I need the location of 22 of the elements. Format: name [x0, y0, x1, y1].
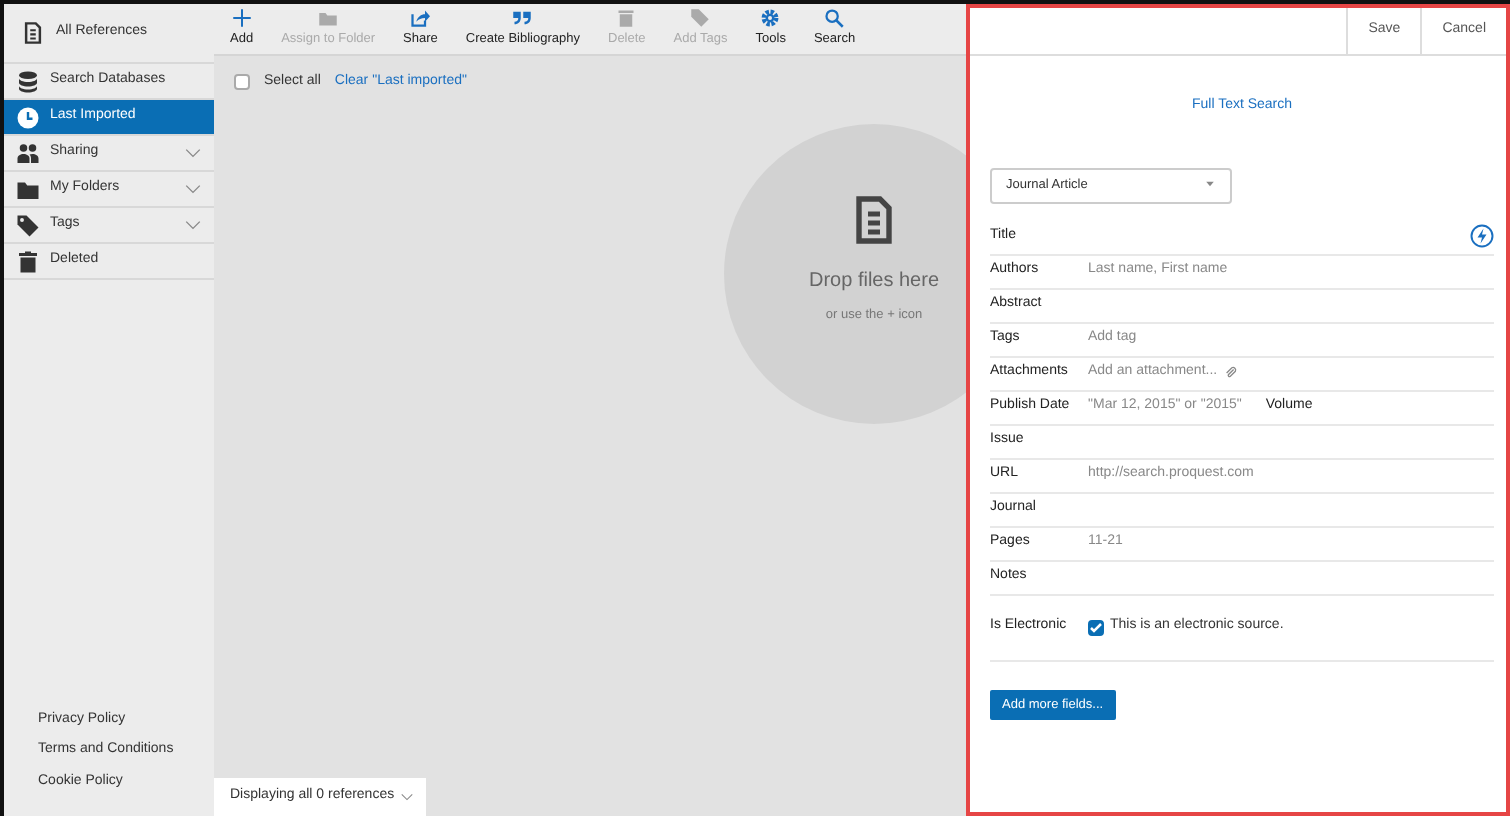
quote-icon — [512, 8, 533, 29]
folder-icon — [16, 177, 40, 201]
tag-icon — [690, 8, 711, 29]
share-icon — [410, 8, 431, 29]
trash-icon — [16, 249, 40, 273]
folder-icon — [318, 8, 339, 29]
checkbox[interactable] — [1088, 619, 1104, 635]
plus-icon — [231, 8, 252, 29]
tag-icon — [16, 213, 40, 237]
paperclip-icon — [1223, 366, 1238, 380]
trash-icon — [616, 8, 637, 29]
database-icon — [16, 69, 40, 93]
chevron-down-icon — [400, 790, 415, 804]
search-icon — [824, 8, 845, 29]
select-all-checkbox[interactable] — [234, 74, 250, 91]
drop-zone-title: Drop files here — [808, 268, 940, 296]
people-icon — [16, 141, 40, 165]
document-icon — [850, 190, 898, 250]
lightning-icon — [1470, 224, 1494, 249]
document-icon — [22, 20, 44, 46]
caret-icon — [1204, 177, 1216, 190]
clock-icon — [16, 105, 40, 129]
